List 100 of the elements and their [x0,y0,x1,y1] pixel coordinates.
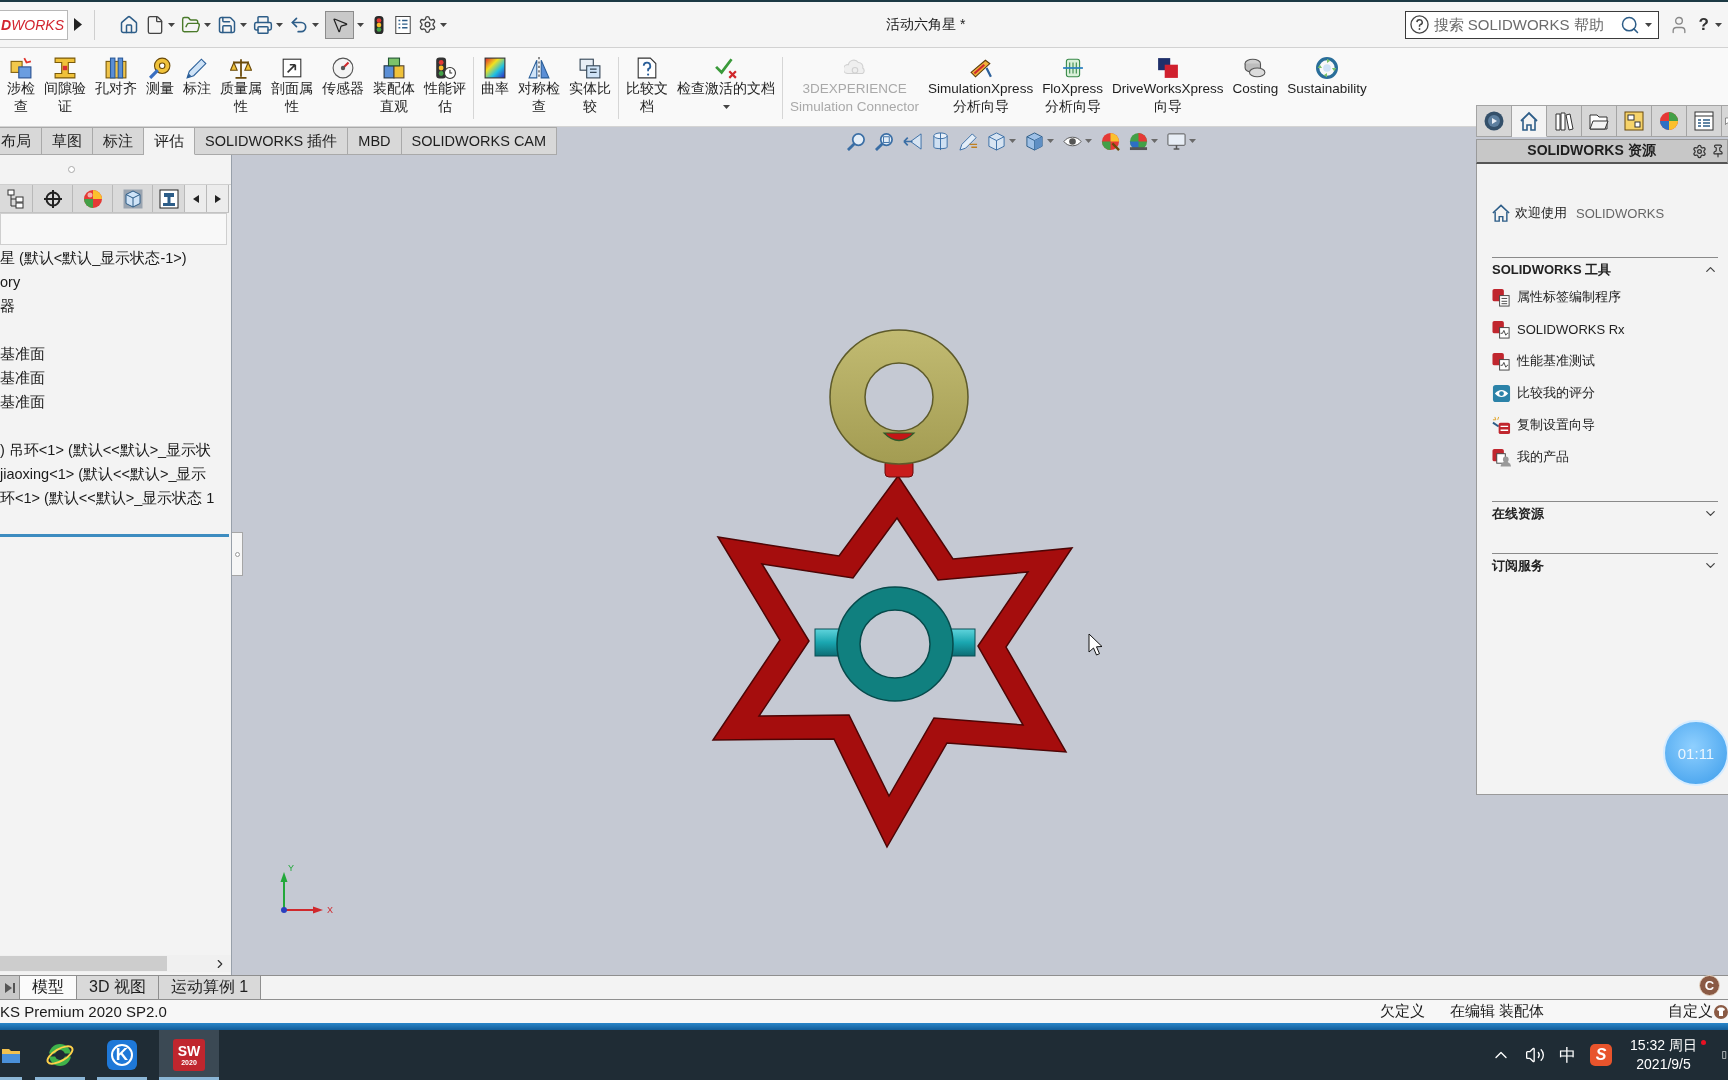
magnifier-icon[interactable] [875,131,895,151]
back-arrow-icon[interactable] [903,131,923,151]
tree-item[interactable]: ) 吊环<1> (默认<<默认>_显示状 [0,438,231,462]
command-button[interactable]: 剖面属 性 [267,57,317,119]
caret-icon[interactable] [276,22,283,27]
sphere-icon[interactable] [82,188,103,209]
tree-item[interactable]: 星 (默认<默认_显示状态-1>) [0,246,231,270]
command-button[interactable]: 曲率 [477,57,513,119]
tree-icon[interactable] [6,188,26,209]
search-field[interactable]: 搜索 SOLIDWORKS 帮助 [1404,10,1659,39]
pin-icon[interactable] [1711,144,1725,158]
tree-item[interactable]: 基准面 [0,366,231,390]
open-folder-icon[interactable] [181,14,201,35]
command-button[interactable]: 装配体 直观 [369,57,419,119]
command-button[interactable]: 测量 [142,57,178,119]
command-button[interactable]: 对称检 查 [514,57,564,119]
select-button[interactable] [325,10,354,39]
cylinder-icon[interactable] [931,131,951,151]
shirt-badge-icon[interactable] [1714,1004,1728,1019]
speaker-icon[interactable] [1525,1045,1546,1065]
tree-item[interactable]: 器 [0,294,231,318]
help-button[interactable]: ? [1698,14,1709,35]
flyout-arrow-icon[interactable] [74,18,82,31]
tree-item[interactable]: 环<1> (默认<<默认>_显示状态 1 [0,486,231,510]
command-button[interactable]: 涉检 查 [3,57,39,119]
model-tab[interactable]: 模型 [20,976,77,999]
model-tab[interactable]: 运动算例 1 [158,976,262,999]
welcome-link[interactable]: 欢迎使用 [1515,204,1567,222]
pen-icon[interactable] [959,131,979,151]
taskbar-button[interactable]: K [97,1030,147,1080]
folder-icon[interactable] [2,1046,20,1064]
taskbar-clock[interactable]: 15:32 周日 2021/9/5 [1630,1036,1697,1074]
command-button[interactable]: DriveWorksXpress 向导 [1107,57,1228,119]
sphere-icon[interactable] [1129,131,1149,151]
tab[interactable]: SOLIDWORKS 插件 [195,127,349,155]
cube-icon[interactable] [987,131,1007,151]
search-icon[interactable] [1619,14,1640,35]
cube-icon[interactable] [122,188,143,209]
save-icon[interactable] [217,14,237,35]
caret-icon[interactable] [204,22,211,27]
command-button[interactable]: FloXpress 分析向导 [1038,57,1107,119]
command-button[interactable]: SimulationXpress 分析向导 [924,57,1038,119]
filter-field[interactable] [0,213,227,245]
play-end-icon[interactable] [3,981,16,994]
help-icon[interactable] [1409,15,1429,34]
magnifier-icon[interactable] [847,131,867,151]
task-pane-tab[interactable] [1547,105,1582,137]
command-button[interactable]: 实体比 较 [565,57,615,119]
model-tab[interactable]: 3D 视图 [77,976,159,999]
crosshair-icon[interactable] [42,188,63,209]
tree-item[interactable]: ory [0,270,231,294]
tab[interactable]: 评估 [144,127,195,155]
section-header[interactable]: SOLIDWORKS 工具 [1492,258,1722,281]
settings-icon[interactable] [1692,143,1707,159]
panel-collapse-handle[interactable] [232,532,243,576]
pane-link[interactable]: 性能基准测试 [1492,345,1718,377]
caret-icon[interactable] [168,22,175,27]
settings-icon[interactable] [418,15,437,34]
pane-link[interactable]: 我的产品 [1492,441,1718,473]
pane-link[interactable]: SOLIDWORKS Rx [1492,313,1718,345]
tab[interactable]: 草图 [42,127,93,155]
caret-icon[interactable] [1715,22,1722,27]
tab[interactable]: MBD [348,127,402,155]
grip-icon[interactable] [68,166,75,173]
pane-link[interactable]: 复制设置向导 [1492,409,1718,441]
left-arrow-icon[interactable] [191,194,200,203]
caret-icon[interactable] [722,105,730,109]
command-button[interactable]: 性能评 估 [420,57,470,119]
command-button[interactable]: Costing [1228,57,1283,119]
notification-icon[interactable] [1720,1051,1728,1059]
tree-item[interactable]: 基准面 [0,390,231,414]
task-pane-tab[interactable] [1582,105,1617,137]
pane-link[interactable]: 比较我的评分 [1492,377,1718,409]
task-pane-tab[interactable] [1652,105,1687,137]
command-button[interactable]: 质量属 性 [216,57,266,119]
scrollbar-thumb[interactable] [0,956,167,971]
monitor-icon[interactable] [1167,131,1187,151]
ime-logo[interactable]: S [1590,1044,1613,1066]
tree-item[interactable]: jiaoxing<1> (默认<<默认>_显示 [0,462,231,486]
file-properties-icon[interactable] [394,15,412,34]
command-button[interactable]: Sustainability [1283,57,1371,119]
undo-icon[interactable] [289,14,309,35]
caret-icon[interactable] [240,22,247,27]
print-icon[interactable] [253,14,273,35]
command-button[interactable]: 孔对齐 [91,57,141,119]
home-icon[interactable] [119,14,139,35]
tab[interactable]: SOLIDWORKS CAM [401,127,558,155]
task-pane-tab[interactable] [1476,105,1512,137]
new-document-icon[interactable] [145,14,165,35]
command-button[interactable]: 检查激活的文档 [673,57,779,119]
sphere-icon[interactable] [1101,131,1121,151]
pane-link[interactable]: 属性标签编制程序 [1492,281,1718,313]
section-header[interactable]: 在线资源 [1492,502,1722,525]
task-pane-tab[interactable] [1512,105,1547,137]
caret-icon[interactable] [440,22,447,27]
right-arrow-icon[interactable] [213,194,222,203]
task-pane-tab[interactable] [1687,105,1722,137]
ime-indicator[interactable]: 中 [1559,1043,1577,1067]
tab[interactable]: 标注 [93,127,144,155]
command-button[interactable]: 标注 [179,57,215,119]
